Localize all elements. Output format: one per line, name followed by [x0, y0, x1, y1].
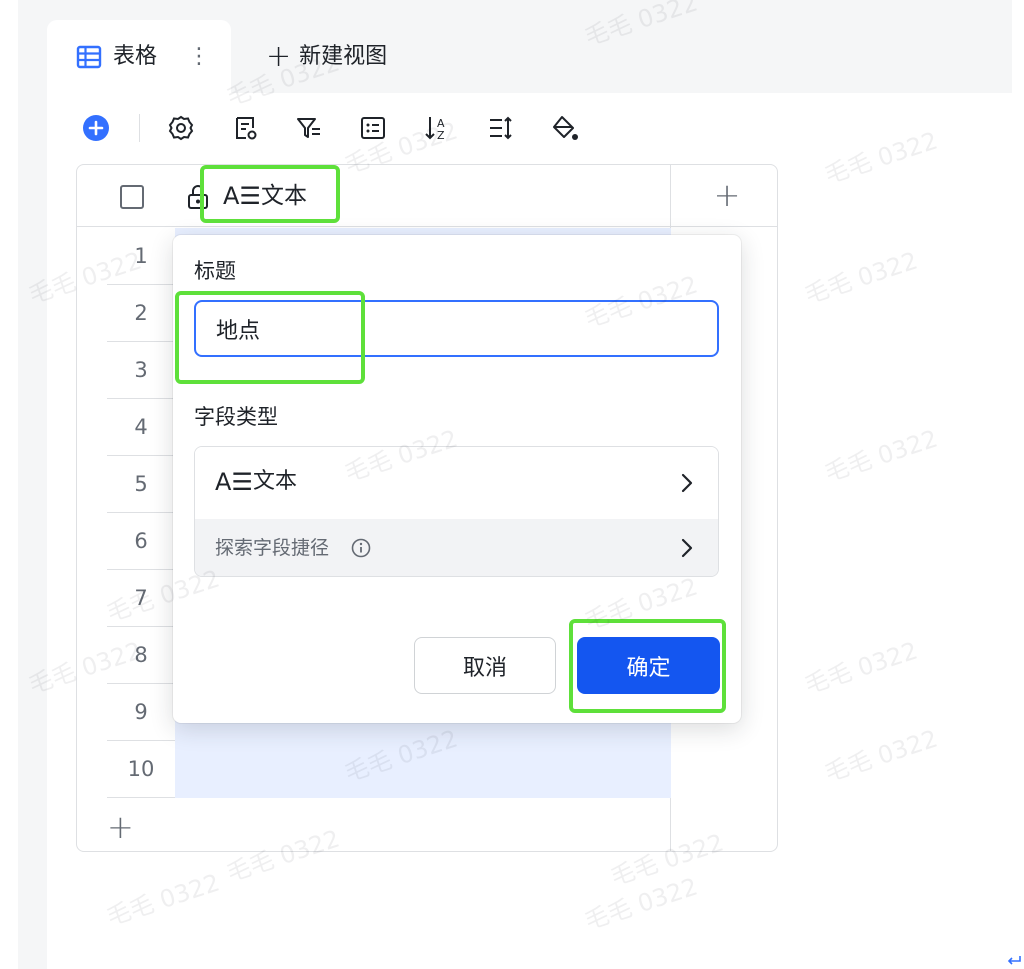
row-number: 5	[134, 472, 148, 496]
tab-more-icon[interactable]: ⋮	[188, 42, 210, 72]
sort-button[interactable]: A Z	[421, 112, 453, 144]
chevron-right-icon	[681, 538, 693, 558]
field-settings-button[interactable]	[229, 112, 261, 144]
row-height-button[interactable]	[485, 112, 517, 144]
field-settings-icon	[236, 117, 257, 140]
row-height-icon	[490, 116, 512, 140]
group-button[interactable]	[357, 112, 389, 144]
new-view-label: 新建视图	[299, 44, 388, 69]
sort-icon: A Z	[425, 117, 445, 142]
title-label: 标题	[194, 259, 236, 283]
lock-icon	[188, 185, 208, 209]
arrow-icon	[1007, 956, 1021, 965]
settings-icon	[168, 115, 194, 141]
add-record-button[interactable]	[80, 112, 112, 144]
row-number: 4	[134, 415, 148, 439]
explore-shortcuts-label: 探索字段捷径	[215, 537, 330, 559]
plus-icon: +	[266, 39, 292, 74]
add-row-button[interactable]: +	[107, 809, 134, 845]
fill-color-button[interactable]	[549, 112, 581, 144]
field-title-input[interactable]	[194, 300, 719, 357]
explore-field-shortcuts[interactable]: 探索字段捷径	[195, 519, 718, 576]
chevron-right-icon	[681, 473, 693, 493]
row-number: 9	[134, 700, 148, 724]
text-field-icon: A☰	[215, 468, 253, 496]
text-field-icon: A☰	[223, 182, 261, 210]
field-type-label: 字段类型	[194, 405, 278, 429]
toolbar-divider	[139, 114, 140, 142]
group-icon	[361, 117, 385, 139]
grid-header: A☰ 文本 +	[77, 165, 777, 227]
tab-grid-view-label: 表格	[113, 44, 158, 69]
table-icon	[76, 45, 102, 69]
new-view-button[interactable]: + 新建视图	[266, 40, 387, 74]
table-cell[interactable]	[175, 741, 671, 798]
info-icon	[351, 538, 371, 558]
add-column-button[interactable]: +	[709, 177, 745, 213]
svg-text:Z: Z	[437, 129, 445, 142]
right-edge	[1012, 0, 1024, 969]
add-record-icon	[83, 115, 109, 141]
row-number: 8	[134, 643, 148, 667]
row-number: 7	[134, 586, 148, 610]
fill-color-icon	[553, 116, 578, 140]
row-number: 10	[127, 757, 155, 781]
settings-button[interactable]	[165, 112, 197, 144]
row-number: 1	[134, 244, 148, 268]
field-type-selector: A☰ 文本 探索字段捷径	[194, 446, 719, 577]
field-header-label[interactable]: 文本	[261, 181, 307, 211]
cancel-button[interactable]: 取消	[414, 637, 556, 694]
field-type-option[interactable]: A☰ 文本	[195, 447, 718, 519]
row-number: 6	[134, 529, 148, 553]
table-row[interactable]: 10	[107, 741, 671, 798]
filter-button[interactable]	[293, 112, 325, 144]
select-all-checkbox[interactable]	[120, 185, 144, 209]
row-number: 3	[134, 358, 148, 382]
row-number: 2	[134, 301, 148, 325]
field-type-value: 文本	[253, 469, 298, 494]
confirm-button[interactable]: 确定	[577, 637, 720, 694]
left-gutter	[0, 0, 47, 969]
filter-icon	[297, 118, 320, 138]
